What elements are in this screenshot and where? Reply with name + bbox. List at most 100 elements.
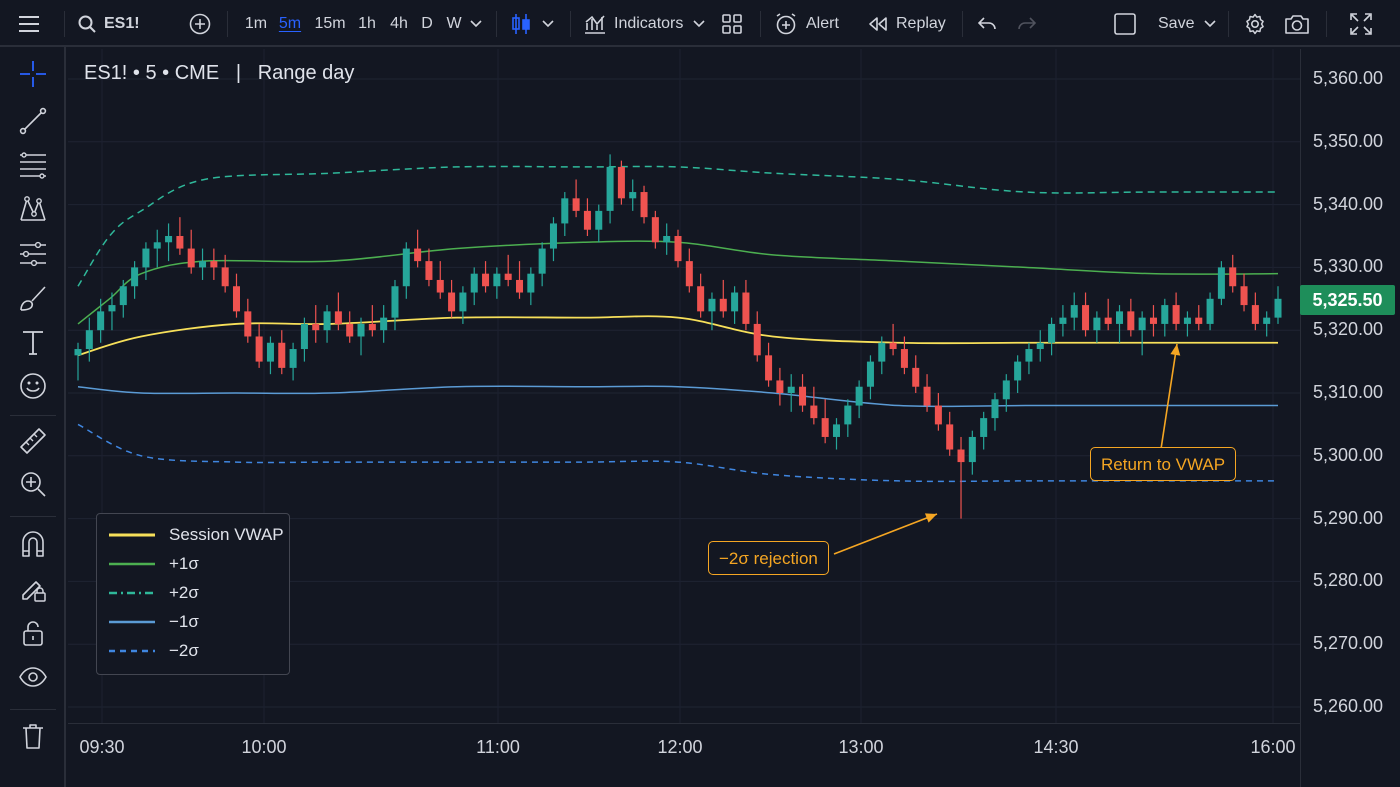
redo-button[interactable] xyxy=(1014,0,1040,47)
candle-body xyxy=(1251,305,1259,324)
replay-button[interactable]: Replay xyxy=(868,0,948,47)
time-axis[interactable]: 09:30 10:00 11:00 12:00 13:00 14:30 16:00 xyxy=(68,723,1300,787)
candle-body xyxy=(232,286,240,312)
legend-label: −1σ xyxy=(169,612,199,631)
interval-W[interactable]: W xyxy=(443,11,465,37)
candle-body xyxy=(402,248,410,287)
candle-body xyxy=(323,311,331,331)
interval-dropdown[interactable] xyxy=(466,0,486,47)
chart-type-button[interactable] xyxy=(508,0,534,47)
ruler-tool[interactable] xyxy=(14,424,52,462)
toolbar-divider xyxy=(10,709,56,710)
settings-button[interactable] xyxy=(1242,0,1268,47)
time-tick: 09:30 xyxy=(79,737,125,757)
unlock-tool[interactable] xyxy=(14,616,52,654)
brush-tool[interactable] xyxy=(14,282,52,320)
candle-body xyxy=(787,386,795,393)
candle-body xyxy=(1036,342,1044,350)
emoji-tool[interactable] xyxy=(14,369,52,407)
candle-body xyxy=(1059,317,1067,324)
band-line xyxy=(77,385,1278,408)
legend-item[interactable]: −1σ xyxy=(109,610,199,634)
time-tick: 11:00 xyxy=(476,737,520,757)
measure-lines-tool[interactable] xyxy=(14,237,52,275)
interval-5m[interactable]: 5m xyxy=(276,11,304,37)
price-tick: 5,300.00 xyxy=(1313,444,1384,465)
candle-body xyxy=(176,236,184,249)
interval-1m[interactable]: 1m xyxy=(242,11,270,37)
measure-lines-icon xyxy=(18,240,48,273)
undo-button[interactable] xyxy=(974,0,1000,47)
candle-body xyxy=(448,292,456,312)
candle-body xyxy=(799,386,807,406)
pattern-tool[interactable] xyxy=(14,192,52,230)
visibility-tool[interactable] xyxy=(14,660,52,698)
interval-1h[interactable]: 1h xyxy=(355,11,379,37)
zoom-in-tool[interactable] xyxy=(14,467,52,505)
rejection-callout: −2σ rejection xyxy=(708,541,829,575)
interval-D[interactable]: D xyxy=(418,11,436,37)
magnet-tool[interactable] xyxy=(14,527,52,565)
alert-button[interactable]: Alert xyxy=(774,0,850,47)
interval-15m[interactable]: 15m xyxy=(312,11,348,37)
remove-drawings-tool[interactable] xyxy=(14,719,52,757)
fib-levels-tool[interactable] xyxy=(14,148,52,186)
price-axis[interactable]: 5,360.00 5,350.00 5,340.00 5,330.00 5,320.00… xyxy=(1300,49,1400,787)
rejection-arrow xyxy=(833,513,938,555)
plus-circle-icon xyxy=(189,13,211,35)
chart-type-dropdown[interactable] xyxy=(538,0,558,47)
band-line xyxy=(77,165,1278,287)
legend-swatch xyxy=(109,649,155,653)
price-tick: 5,330.00 xyxy=(1313,256,1384,277)
replay-label: Replay xyxy=(896,14,946,32)
legend-item[interactable]: +1σ xyxy=(109,552,199,576)
candle-body xyxy=(85,330,93,350)
legend-item[interactable]: Session VWAP xyxy=(109,523,284,547)
unlock-icon xyxy=(21,619,45,652)
candle-body xyxy=(538,248,546,274)
candle-body xyxy=(572,198,580,211)
layout-checkbox[interactable] xyxy=(1112,0,1138,47)
add-symbol-button[interactable] xyxy=(186,0,214,47)
menu-icon[interactable] xyxy=(12,0,46,47)
crosshair-tool[interactable] xyxy=(14,57,52,95)
lock-drawing-tool[interactable] xyxy=(14,572,52,610)
trend-line-tool[interactable] xyxy=(14,104,52,142)
candle-body xyxy=(663,236,671,243)
last-price-label: 5,325.50 xyxy=(1300,285,1395,315)
candle-body xyxy=(1082,305,1090,331)
candle-body xyxy=(119,286,127,306)
undo-icon xyxy=(978,16,996,31)
candle-body xyxy=(629,192,637,199)
candle-body xyxy=(380,317,388,331)
ruler-icon xyxy=(19,427,47,460)
text-tool[interactable] xyxy=(14,325,52,363)
toolbar-divider xyxy=(10,415,56,416)
interval-4h[interactable]: 4h xyxy=(387,11,411,37)
camera-icon xyxy=(1284,13,1310,35)
save-button[interactable]: Save xyxy=(1150,0,1220,47)
candle-body xyxy=(889,342,897,350)
gear-icon xyxy=(1244,13,1266,35)
toolbar-divider xyxy=(496,11,497,37)
candle-body xyxy=(651,217,659,243)
fullscreen-button[interactable] xyxy=(1348,0,1374,47)
square-icon xyxy=(1114,12,1136,35)
candle-body xyxy=(131,267,139,287)
legend-swatch xyxy=(109,591,155,595)
candle-body xyxy=(549,223,557,249)
candle-body xyxy=(516,279,524,293)
legend-swatch xyxy=(109,620,155,624)
rewind-icon xyxy=(868,16,888,32)
candle-body xyxy=(1104,317,1112,324)
candle-body xyxy=(357,323,365,337)
indicators-button[interactable]: Indicators xyxy=(584,0,708,47)
snapshot-button[interactable] xyxy=(1282,0,1312,47)
legend-item[interactable]: +2σ xyxy=(109,581,199,605)
symbol-search[interactable]: ES1! xyxy=(78,0,178,47)
legend-item[interactable]: −2σ xyxy=(109,639,199,663)
candle-body xyxy=(1127,311,1135,331)
candle-body xyxy=(1217,267,1225,299)
layouts-button[interactable] xyxy=(718,0,746,47)
symbol-label: ES1! xyxy=(104,14,140,32)
